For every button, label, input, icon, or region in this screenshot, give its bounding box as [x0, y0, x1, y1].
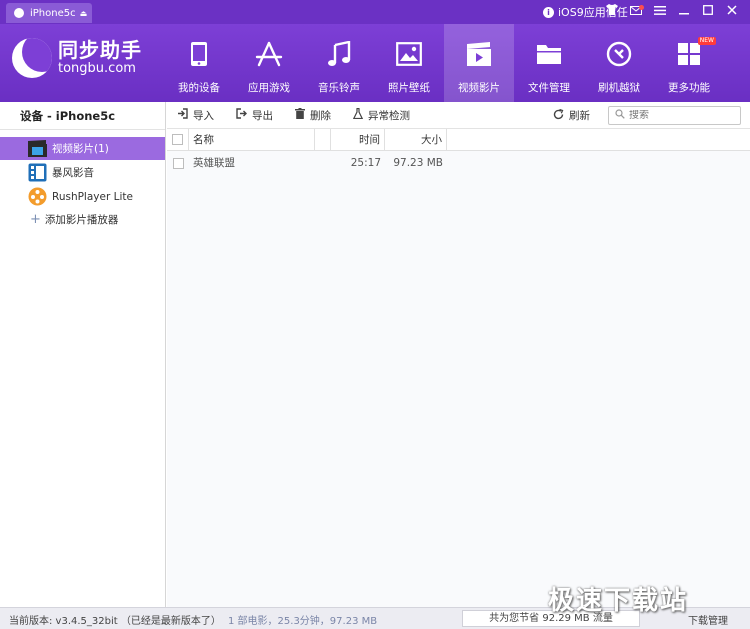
main-nav: 我的设备 应用游戏 音乐铃声 照片壁纸 视频影片 文件管理 刷机越狱 NEW 更… [164, 24, 724, 102]
nav-label: 视频影片 [458, 82, 500, 94]
anomaly-check-label: 异常检测 [368, 109, 410, 122]
sidebar-item-label: 视频影片(1) [52, 143, 109, 155]
refresh-button[interactable]: 刷新 [553, 108, 590, 123]
nav-label: 刷机越狱 [598, 82, 640, 94]
toolbar: 导入 导出 删除 异常检测 刷新 [167, 102, 750, 129]
watermark: 极速下载站 [548, 586, 689, 616]
export-icon [236, 108, 247, 122]
notification-dot [639, 5, 644, 10]
main-panel: 导入 导出 删除 异常检测 刷新 搜索 名称 时间 大小 英雄联盟 25:17 … [167, 102, 750, 607]
search-icon [615, 109, 625, 122]
video-icon [28, 139, 47, 158]
nav-more[interactable]: NEW 更多功能 [654, 24, 724, 102]
baofeng-icon [28, 163, 47, 182]
row-size: 97.23 MB [393, 157, 443, 169]
sidebar: 设备 - iPhone5c 视频影片(1) 暴风影音 RushPlayer Li… [0, 102, 166, 607]
delete-label: 删除 [310, 109, 331, 122]
mail-icon[interactable] [624, 3, 648, 21]
tongbu-logo-icon [12, 38, 52, 78]
add-player-label: 添加影片播放器 [44, 214, 119, 226]
plus-icon: + [30, 212, 41, 227]
nav-apps-games[interactable]: 应用游戏 [234, 24, 304, 102]
search-box [608, 106, 741, 125]
title-bar: iPhone5c ⏏ i iOS9应用信任 [0, 0, 750, 24]
refresh-circle-icon [605, 40, 633, 68]
sidebar-item-label: RushPlayer Lite [52, 190, 133, 203]
row-name: 英雄联盟 [193, 157, 235, 169]
sidebar-item-rushplayer[interactable]: RushPlayer Lite [0, 185, 165, 208]
music-note-icon [325, 40, 353, 68]
picture-icon [395, 40, 423, 68]
flask-icon [352, 107, 364, 122]
sidebar-item-label: 暴风影音 [52, 167, 94, 179]
apple-icon [14, 8, 24, 18]
sidebar-item-baofeng[interactable]: 暴风影音 [0, 161, 165, 184]
minimize-icon[interactable] [672, 3, 696, 21]
logo-cn: 同步助手 [58, 38, 142, 62]
anomaly-check-button[interactable]: 异常检测 [352, 107, 410, 123]
device-tab[interactable]: iPhone5c ⏏ [6, 3, 92, 23]
add-player-button[interactable]: + 添加影片播放器 [0, 208, 165, 231]
table-header: 名称 时间 大小 [167, 128, 750, 151]
logo-en: tongbu.com [58, 61, 136, 76]
trash-icon [295, 108, 305, 122]
app-store-icon [255, 40, 283, 68]
search-input[interactable] [629, 110, 729, 121]
refresh-label: 刷新 [569, 110, 590, 122]
nav-music[interactable]: 音乐铃声 [304, 24, 374, 102]
nav-label: 我的设备 [178, 82, 220, 94]
phone-icon [185, 40, 213, 68]
import-label: 导入 [193, 109, 214, 122]
clapperboard-icon [465, 40, 493, 68]
media-count-text: 1 部电影，25.3分钟，97.23 MB [228, 616, 378, 627]
logo: 同步助手 tongbu.com [12, 38, 142, 78]
nav-label: 照片壁纸 [388, 82, 430, 94]
row-time: 25:17 [350, 157, 381, 169]
refresh-icon [553, 108, 564, 123]
maximize-icon[interactable] [696, 3, 720, 21]
export-button[interactable]: 导出 [236, 108, 273, 123]
column-header-blank [315, 128, 331, 151]
nav-files[interactable]: 文件管理 [514, 24, 584, 102]
device-tab-label: iPhone5c [30, 7, 76, 19]
delete-button[interactable]: 删除 [295, 108, 331, 123]
column-header-size[interactable]: 大小 [385, 128, 447, 151]
column-header-name[interactable]: 名称 [189, 128, 315, 151]
close-icon[interactable] [720, 3, 744, 21]
nav-label: 文件管理 [528, 82, 570, 94]
download-manager-button[interactable]: 下载管理 [688, 612, 728, 627]
folder-icon [535, 40, 563, 68]
window-controls [600, 3, 744, 21]
import-button[interactable]: 导入 [177, 108, 214, 123]
shirt-icon[interactable] [600, 3, 624, 21]
nav-flash-jailbreak[interactable]: 刷机越狱 [584, 24, 654, 102]
version-text: 当前版本: v3.4.5_32bit （已经是最新版本了） [9, 616, 221, 627]
row-checkbox[interactable] [172, 157, 184, 169]
import-icon [177, 108, 188, 122]
header-nav: 同步助手 tongbu.com 我的设备 应用游戏 音乐铃声 照片壁纸 视频影片… [0, 24, 750, 102]
sidebar-title: 设备 - iPhone5c [0, 102, 165, 130]
nav-my-device[interactable]: 我的设备 [164, 24, 234, 102]
info-icon: i [543, 6, 554, 18]
eject-icon[interactable]: ⏏ [80, 9, 88, 18]
nav-label: 应用游戏 [248, 82, 290, 94]
column-header-time[interactable]: 时间 [331, 128, 385, 151]
select-all-checkbox[interactable] [172, 134, 183, 145]
table-row[interactable]: 英雄联盟 25:17 97.23 MB [167, 151, 750, 175]
new-badge: NEW [697, 37, 716, 45]
menu-icon[interactable] [648, 3, 672, 21]
export-label: 导出 [252, 109, 273, 122]
rushplayer-icon [28, 187, 47, 206]
sidebar-item-videos[interactable]: 视频影片(1) [0, 137, 165, 160]
nav-label: 更多功能 [668, 82, 710, 94]
nav-videos[interactable]: 视频影片 [444, 24, 514, 102]
nav-label: 音乐铃声 [318, 82, 360, 94]
nav-photos[interactable]: 照片壁纸 [374, 24, 444, 102]
